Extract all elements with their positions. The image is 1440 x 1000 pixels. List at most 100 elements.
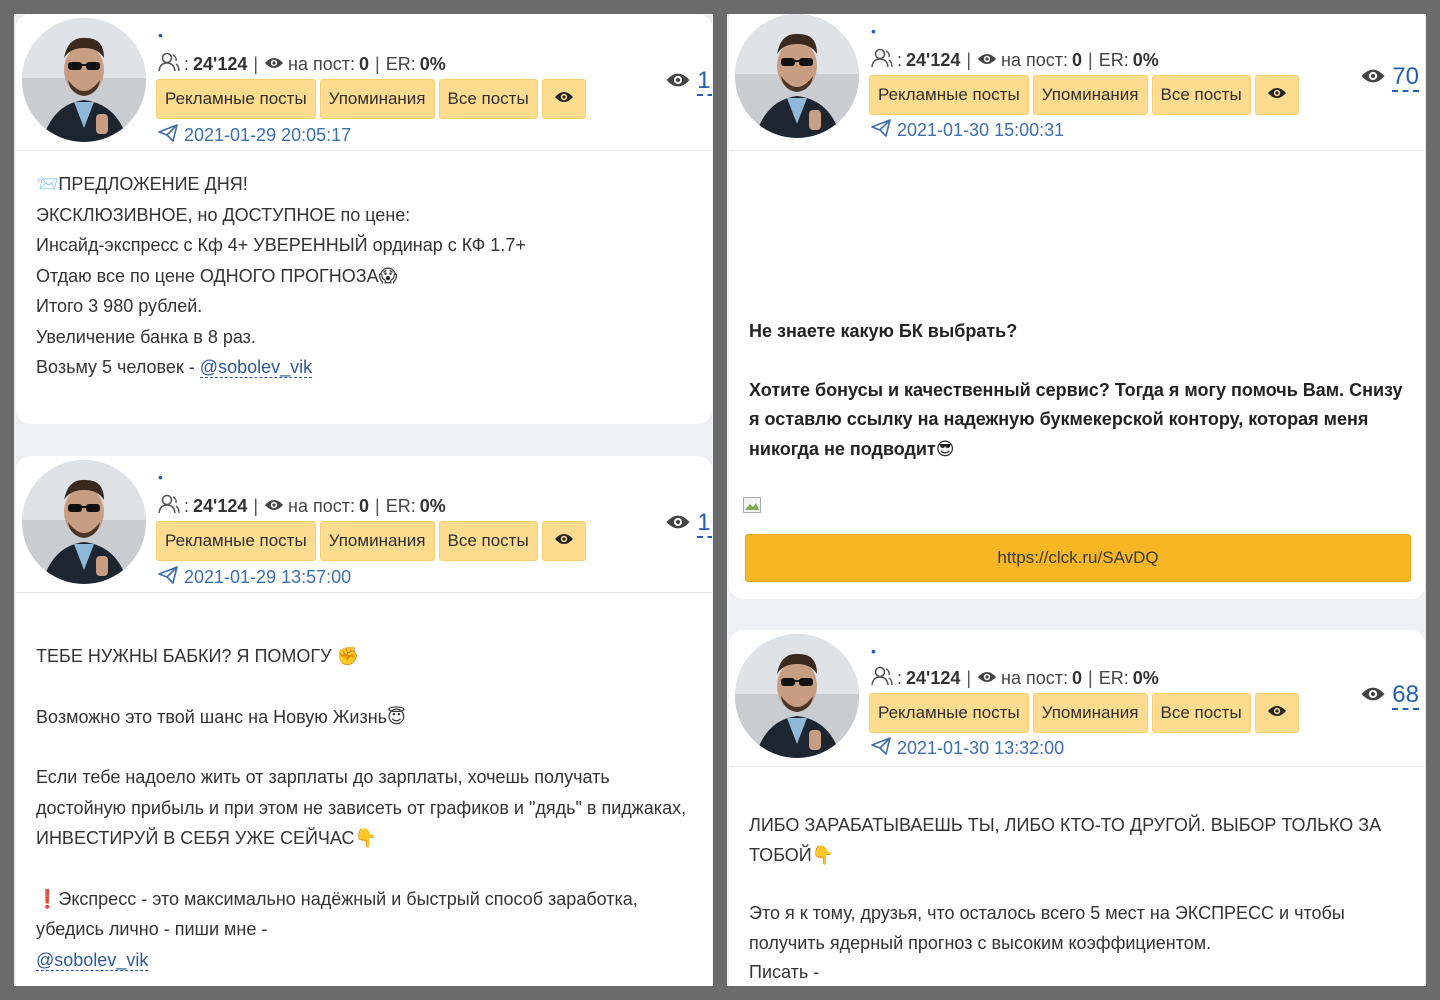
author-link[interactable]: @sobolev_vik — [36, 949, 149, 971]
telegram-paper-plane-icon — [158, 124, 178, 147]
views-count: 70 — [1392, 63, 1419, 92]
post-views[interactable]: 16 — [665, 510, 712, 538]
post-paragraph: Возможно это твой шанс на Новую Жизнь😇 — [36, 706, 406, 727]
post-paragraph: Не знаете какую БК выбрать? — [749, 321, 1018, 341]
ads-posts-button[interactable]: Рекламные посты — [156, 521, 316, 561]
view-button[interactable] — [541, 79, 586, 119]
bookmaker-link-button[interactable]: https://clck.ru/SAvDQ — [745, 534, 1411, 582]
post-paragraph: ТЕБЕ НУЖНЫ БАБКИ? Я ПОМОГУ ✊ — [36, 646, 360, 666]
post-paragraph: @sobolev_vik — [36, 945, 692, 976]
channel-avatar[interactable] — [735, 14, 859, 138]
right-screenshot-panel: • :24'124 | на пост: 0 | ER: 0% Рекламны… — [727, 14, 1426, 986]
post-date[interactable]: 2021-01-30 13:32:00 — [871, 737, 1064, 760]
subscribers-count: 24'124 — [906, 668, 961, 688]
view-button[interactable] — [541, 521, 586, 561]
per-post-value: 0 — [1072, 50, 1083, 70]
er-value: 0% — [1132, 668, 1159, 688]
per-post-label: на пост: — [1001, 50, 1069, 70]
view-button[interactable] — [1254, 75, 1299, 115]
post-line: Увеличение банка в 8 раз. — [36, 326, 256, 347]
ads-posts-button[interactable]: Рекламные посты — [869, 75, 1029, 115]
er-value: 0% — [1132, 50, 1159, 70]
post-card: • :24'124 | на пост: 0 | ER: 0% Рекламны… — [16, 456, 712, 986]
channel-name-dot: • — [158, 469, 163, 485]
views-count: 12 — [697, 68, 712, 96]
eye-icon — [1267, 76, 1287, 114]
view-button[interactable] — [1254, 693, 1299, 733]
post-line: 📨ПРЕДЛОЖЕНИЕ ДНЯ! — [36, 174, 248, 194]
channel-stats: :24'124 | на пост: 0 | ER: 0% — [158, 52, 446, 77]
broken-image-icon — [743, 497, 761, 513]
mentions-button[interactable]: Упоминания — [1032, 75, 1148, 115]
subscribers-icon — [158, 494, 180, 519]
post-actions: Рекламные посты Упоминания Все посты — [869, 75, 1299, 115]
post-paragraph: ЛИБО ЗАРАБАТЫВАЕШЬ ТЫ, ЛИБО КТО-ТО ДРУГО… — [749, 815, 1387, 865]
channel-avatar[interactable] — [735, 634, 859, 758]
avatar-image — [735, 14, 859, 138]
avatar-image — [22, 460, 146, 584]
subscribers-icon — [871, 48, 893, 73]
post-text: 📨ПРЕДЛОЖЕНИЕ ДНЯ! ЭКСКЛЮЗИВНОЕ, но ДОСТУ… — [16, 151, 712, 383]
all-posts-button[interactable]: Все посты — [438, 521, 538, 561]
post-header: • :24'124 | на пост: 0 | ER: 0% Рекламны… — [16, 456, 712, 593]
mentions-button[interactable]: Упоминания — [319, 521, 435, 561]
all-posts-button[interactable]: Все посты — [438, 79, 538, 119]
post-line: Возьму 5 человек - @sobolev_vik — [36, 357, 313, 378]
post-paragraph: Хотите бонусы и качественный сервис? Тог… — [749, 379, 1408, 459]
eye-icon — [665, 71, 691, 94]
post-card: • :24'124 | на пост: 0 | ER: 0% Рекламны… — [729, 14, 1425, 599]
eye-icon — [1360, 685, 1386, 708]
per-post-label: на пост: — [1001, 668, 1069, 688]
ads-posts-button[interactable]: Рекламные посты — [156, 79, 316, 119]
channel-stats: :24'124 | на пост: 0 | ER: 0% — [871, 48, 1159, 73]
all-posts-button[interactable]: Все посты — [1151, 75, 1251, 115]
post-actions: Рекламные посты Упоминания Все посты — [869, 693, 1299, 733]
eye-icon — [264, 54, 284, 75]
left-screenshot-panel: • :24'124 | на пост: 0 | ER: 0% Рекламны… — [14, 14, 713, 986]
mentions-button[interactable]: Упоминания — [1032, 693, 1148, 733]
channel-avatar[interactable] — [22, 18, 146, 142]
post-paragraph: Это я к тому, друзья, что осталось всего… — [749, 903, 1350, 953]
post-actions: Рекламные посты Упоминания Все посты — [156, 521, 586, 561]
post-actions: Рекламные посты Упоминания Все посты — [156, 79, 586, 119]
subscribers-count: 24'124 — [906, 50, 961, 70]
channel-name-dot: • — [871, 23, 876, 39]
ads-posts-button[interactable]: Рекламные посты — [869, 693, 1029, 733]
post-paragraph: Писать - — [749, 962, 820, 982]
per-post-label: на пост: — [288, 496, 356, 516]
views-count: 16 — [697, 510, 712, 538]
post-date[interactable]: 2021-01-30 15:00:31 — [871, 119, 1064, 142]
channel-name-dot: • — [871, 643, 876, 659]
avatar-image — [22, 18, 146, 142]
subscribers-count: 24'124 — [193, 496, 248, 516]
post-date[interactable]: 2021-01-29 13:57:00 — [158, 566, 351, 589]
eye-icon — [977, 668, 997, 689]
post-views[interactable]: 12 — [665, 68, 712, 96]
channel-stats: :24'124 | на пост: 0 | ER: 0% — [871, 666, 1159, 691]
post-text: Не знаете какую БК выбрать? Хотите бонус… — [729, 151, 1425, 464]
telegram-paper-plane-icon — [871, 119, 891, 142]
eye-icon — [264, 496, 284, 517]
post-header: • :24'124 | на пост: 0 | ER: 0% Рекламны… — [729, 14, 1425, 151]
post-line: Итого 3 980 рублей. — [36, 296, 203, 316]
er-value: 0% — [419, 54, 446, 74]
channel-name-dot: • — [158, 27, 163, 43]
post-date[interactable]: 2021-01-29 20:05:17 — [158, 124, 351, 147]
post-views[interactable]: 70 — [1360, 64, 1419, 92]
per-post-value: 0 — [359, 54, 370, 74]
eye-icon — [1267, 694, 1287, 732]
mentions-button[interactable]: Упоминания — [319, 79, 435, 119]
post-views[interactable]: 68 — [1360, 682, 1419, 710]
post-header: • :24'124 | на пост: 0 | ER: 0% Рекламны… — [16, 14, 712, 151]
per-post-value: 0 — [1072, 668, 1083, 688]
post-line: Инсайд-экспресс с Кф 4+ УВЕРЕННЫЙ ордина… — [36, 235, 526, 255]
all-posts-button[interactable]: Все посты — [1151, 693, 1251, 733]
post-text: ТЕБЕ НУЖНЫ БАБКИ? Я ПОМОГУ ✊ Возможно эт… — [16, 593, 712, 975]
channel-avatar[interactable] — [22, 460, 146, 584]
views-count: 68 — [1392, 681, 1419, 710]
post-line: ЭКСКЛЮЗИВНОЕ, но ДОСТУПНОЕ по цене: — [36, 204, 411, 225]
author-link[interactable]: @sobolev_vik — [199, 357, 313, 378]
subscribers-icon — [871, 666, 893, 691]
post-card: • :24'124 | на пост: 0 | ER: 0% Рекламны… — [729, 630, 1425, 986]
er-label: ER: — [385, 496, 416, 516]
